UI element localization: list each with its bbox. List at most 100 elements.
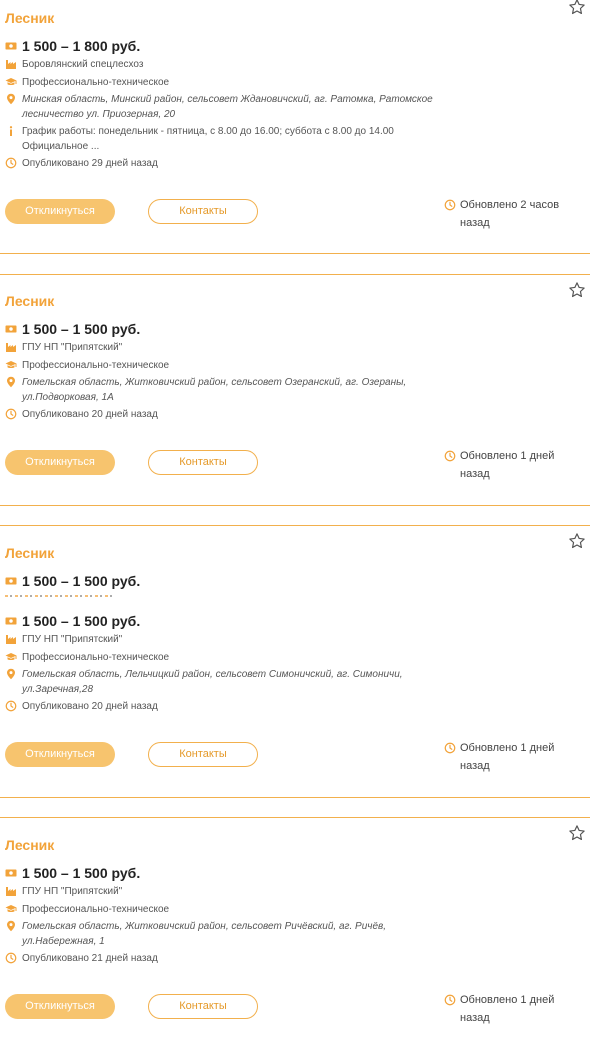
location-pin-icon — [5, 376, 17, 388]
salary-row: 1 500 – 1 500 руб. — [5, 864, 140, 882]
salary-row: 1 500 – 1 500 руб. — [5, 612, 140, 630]
divider — [0, 274, 590, 275]
education-row: Профессионально-техническое — [5, 650, 169, 665]
respond-button[interactable]: Откликнуться — [5, 450, 115, 475]
factory-icon — [5, 341, 17, 353]
star-icon[interactable] — [568, 532, 586, 550]
job-title[interactable]: Лесник — [5, 545, 54, 561]
money-icon — [5, 867, 17, 879]
job-title[interactable]: Лесник — [5, 10, 54, 26]
factory-icon — [5, 633, 17, 645]
info-icon — [5, 125, 17, 137]
divider — [0, 525, 590, 526]
respond-button[interactable]: Откликнуться — [5, 199, 115, 224]
graduation-cap-icon — [5, 76, 17, 88]
location-pin-icon — [5, 93, 17, 105]
published: Опубликовано 20 дней назад — [22, 701, 158, 712]
education: Профессионально-техническое — [22, 360, 170, 371]
published: Опубликовано 29 дней назад — [22, 158, 158, 169]
location-pin-icon — [5, 920, 17, 932]
updated-info: Обновлено 1 дней назад — [444, 991, 560, 1027]
salary: 1 500 – 1 500 руб. — [22, 321, 141, 337]
address: Гомельская область, Житковичский район, … — [22, 377, 407, 403]
location-pin-icon — [5, 668, 17, 680]
contacts-button[interactable]: Контакты — [148, 994, 258, 1019]
published: Опубликовано 21 дней назад — [22, 953, 158, 964]
divider — [0, 505, 590, 506]
updated-info: Обновлено 2 часов назад — [444, 196, 560, 232]
address: Минская область, Минский район, сельсове… — [22, 94, 433, 120]
salary-row-partial: 1 500 – 1 500 руб. — [5, 572, 140, 590]
job-title[interactable]: Лесник — [5, 837, 54, 853]
education: Профессионально-техническое — [22, 77, 170, 88]
updated-info: Обновлено 1 дней назад — [444, 447, 560, 483]
money-icon — [5, 575, 17, 587]
factory-icon — [5, 885, 17, 897]
published-row: Опубликовано 29 дней назад — [5, 156, 158, 171]
star-icon[interactable] — [568, 281, 586, 299]
education: Профессионально-техническое — [22, 652, 170, 663]
clock-icon — [5, 157, 17, 169]
contacts-button[interactable]: Контакты — [148, 199, 258, 224]
salary-row: 1 500 – 1 800 руб. — [5, 37, 140, 55]
graduation-cap-icon — [5, 903, 17, 915]
graduation-cap-icon — [5, 651, 17, 663]
employer: Боровлянский спецлесхоз — [22, 59, 144, 70]
clock-icon — [444, 199, 456, 211]
employer-row: Боровлянский спецлесхоз — [5, 57, 143, 72]
divider — [0, 797, 590, 798]
job-title[interactable]: Лесник — [5, 293, 54, 309]
factory-icon — [5, 58, 17, 70]
employer: ГПУ НП "Припятский" — [22, 634, 123, 645]
education-row: Профессионально-техническое — [5, 75, 169, 90]
respond-button[interactable]: Откликнуться — [5, 994, 115, 1019]
divider — [0, 253, 590, 254]
updated-text: Обновлено 1 дней назад — [460, 742, 555, 772]
star-icon[interactable] — [568, 824, 586, 842]
clock-icon — [444, 994, 456, 1006]
contacts-button[interactable]: Контакты — [148, 742, 258, 767]
education-row: Профессионально-техническое — [5, 358, 169, 373]
employer-row: ГПУ НП "Припятский" — [5, 632, 122, 647]
published-row: Опубликовано 21 дней назад — [5, 951, 158, 966]
salary: 1 500 – 1 500 руб. — [22, 865, 141, 881]
education-row: Профессионально-техническое — [5, 902, 169, 917]
updated-text: Обновлено 1 дней назад — [460, 994, 555, 1024]
published-row: Опубликовано 20 дней назад — [5, 407, 158, 422]
address-row: Гомельская область, Житковичский район, … — [5, 375, 406, 405]
employer: ГПУ НП "Припятский" — [22, 886, 123, 897]
respond-button[interactable]: Откликнуться — [5, 742, 115, 767]
salary: 1 500 – 1 500 руб. — [22, 613, 141, 629]
schedule-row: График работы: понедельник - пятница, с … — [5, 124, 394, 154]
contacts-button[interactable]: Контакты — [148, 450, 258, 475]
star-icon[interactable] — [568, 0, 586, 16]
address-row: Гомельская область, Лельчицкий район, се… — [5, 667, 403, 697]
clock-icon — [444, 450, 456, 462]
clock-icon — [5, 700, 17, 712]
employer-row: ГПУ НП "Припятский" — [5, 340, 122, 355]
schedule: График работы: понедельник - пятница, с … — [22, 126, 394, 152]
divider — [0, 817, 590, 818]
clock-icon — [5, 408, 17, 420]
clock-icon — [5, 952, 17, 964]
money-icon — [5, 615, 17, 627]
employer: ГПУ НП "Припятский" — [22, 342, 123, 353]
education: Профессионально-техническое — [22, 904, 170, 915]
money-icon — [5, 40, 17, 52]
salary-row: 1 500 – 1 500 руб. — [5, 320, 140, 338]
updated-info: Обновлено 1 дней назад — [444, 739, 560, 775]
published-row: Опубликовано 20 дней назад — [5, 699, 158, 714]
published: Опубликовано 20 дней назад — [22, 409, 158, 420]
employer-row: ГПУ НП "Припятский" — [5, 884, 122, 899]
updated-text: Обновлено 2 часов назад — [460, 199, 560, 229]
updated-text: Обновлено 1 дней назад — [460, 450, 555, 480]
clock-icon — [444, 742, 456, 754]
graduation-cap-icon — [5, 359, 17, 371]
money-icon — [5, 323, 17, 335]
salary: 1 500 – 1 800 руб. — [22, 38, 141, 54]
address-row: Гомельская область, Житковичский район, … — [5, 919, 386, 949]
address: Гомельская область, Лельчицкий район, се… — [22, 669, 403, 695]
salary: 1 500 – 1 500 руб. — [22, 573, 141, 589]
address-row: Минская область, Минский район, сельсове… — [5, 92, 433, 122]
address: Гомельская область, Житковичский район, … — [22, 921, 387, 947]
